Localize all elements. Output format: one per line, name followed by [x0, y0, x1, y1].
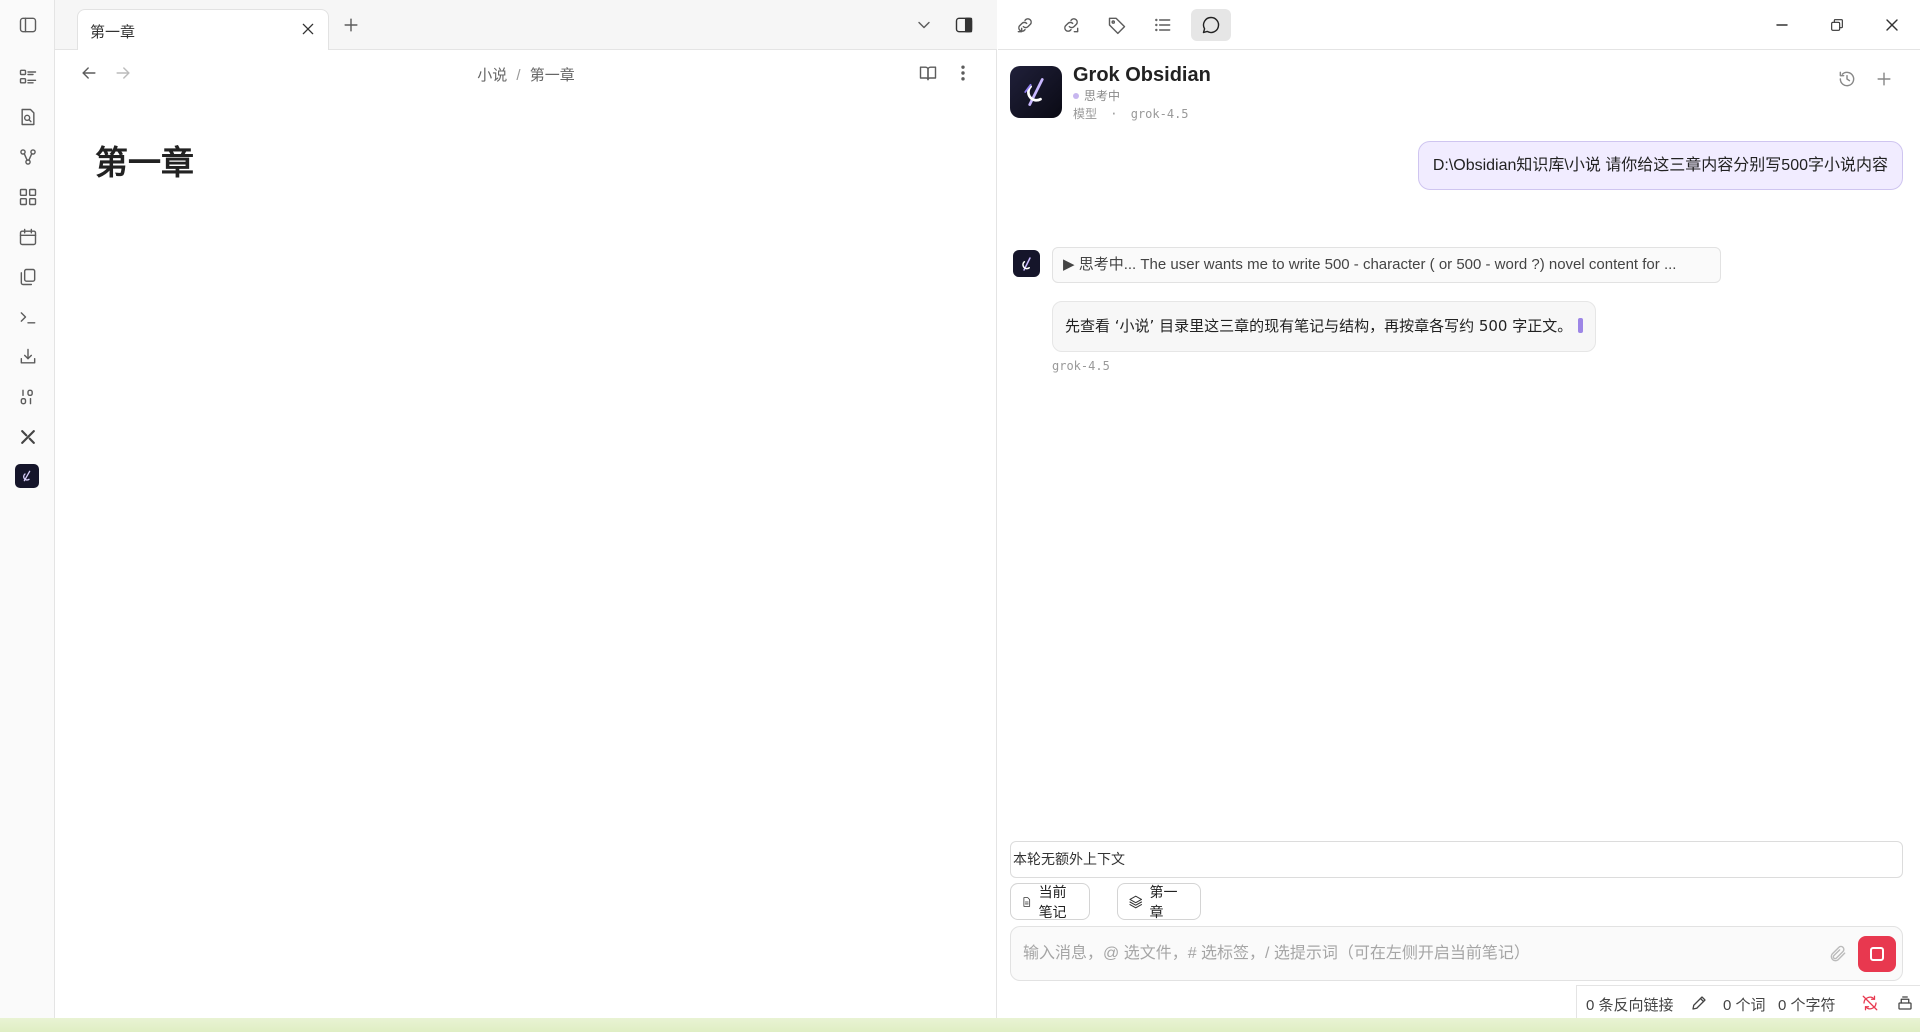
chat-panel: Grok Obsidian 思考中 模型 · grok-4.5 D:\Obsid… [998, 50, 1920, 1018]
status-text: 思考中 [1084, 89, 1121, 103]
restore-icon[interactable] [1823, 11, 1851, 39]
reading-view-icon[interactable] [916, 61, 940, 85]
context-summary: 本轮无额外上下文 [1010, 841, 1903, 878]
layers-icon [1129, 895, 1143, 908]
breadcrumb-folder[interactable]: 小说 [477, 67, 507, 84]
calendar-icon[interactable] [15, 224, 41, 250]
stop-icon [1870, 947, 1884, 961]
editor-pane: 小说 / 第一章 第一章 [55, 50, 997, 1018]
breadcrumb: 小说 / 第一章 [55, 64, 997, 85]
assistant-message: 先查看 ‘小说’ 目录里这三章的现有笔记与结构，再按章各写约 500 字正文。 [1052, 301, 1597, 352]
new-tab-icon[interactable] [339, 13, 363, 37]
outline-icon[interactable] [1149, 11, 1177, 39]
tools-icon[interactable] [15, 424, 41, 450]
right-sidebar-toggle-icon[interactable] [952, 13, 976, 37]
model-label: 模型 [1073, 107, 1098, 121]
tab-note[interactable]: 第一章 [77, 9, 329, 50]
file-icon [1023, 896, 1031, 907]
chevron-down-icon[interactable] [912, 13, 936, 37]
breadcrumb-separator: / [516, 67, 521, 84]
tab-bar: 第一章 [55, 0, 997, 50]
assistant-message-text: 先查看 ‘小说’ 目录里这三章的现有笔记与结构，再按章各写约 500 字正文。 [1065, 317, 1573, 335]
grok-logo-icon [1010, 66, 1062, 118]
sync-error-icon[interactable] [1859, 992, 1881, 1014]
canvas-icon[interactable] [15, 184, 41, 210]
status-bar: 0 条反向链接 0 个词 0 个字符 [1576, 985, 1920, 1018]
edit-mode-icon[interactable] [1688, 992, 1710, 1014]
typing-cursor [1578, 318, 1584, 333]
model-line: 模型 · grok-4.5 [1073, 105, 1189, 122]
numbers-icon[interactable] [15, 384, 41, 410]
stop-button[interactable] [1858, 936, 1896, 972]
right-panel-toolbar [998, 0, 1920, 50]
status-indicator: 思考中 [1073, 87, 1120, 104]
current-note-chip[interactable]: 当前笔记 [1010, 883, 1090, 920]
model-name[interactable]: grok-4.5 [1131, 107, 1189, 121]
grok-logo-icon[interactable] [15, 464, 39, 488]
minimize-icon[interactable] [1768, 11, 1796, 39]
backlinks-count[interactable]: 0 条反向链接 [1586, 994, 1674, 1015]
tab-title: 第一章 [90, 24, 136, 41]
left-ribbon [0, 0, 55, 1018]
assistant-name: Grok Obsidian [1073, 64, 1211, 86]
templates-icon[interactable] [15, 264, 41, 290]
message-composer [1010, 926, 1903, 981]
terminal-icon[interactable] [15, 304, 41, 330]
status-dot [1073, 92, 1079, 99]
model-separator: · [1110, 107, 1118, 121]
message-input[interactable] [1023, 927, 1813, 980]
char-count: 0 个字符 [1778, 997, 1836, 1014]
note-context-chip[interactable]: 第一章 [1117, 883, 1201, 920]
backlinks-icon[interactable] [1011, 11, 1039, 39]
attachment-icon[interactable] [1826, 942, 1850, 966]
tags-icon[interactable] [1103, 11, 1131, 39]
outgoing-links-icon[interactable] [1057, 11, 1085, 39]
bottom-edge [0, 1018, 1920, 1032]
new-chat-icon[interactable] [1870, 65, 1898, 93]
close-window-icon[interactable] [1878, 11, 1906, 39]
message-model-label: grok-4.5 [1052, 359, 1110, 373]
thinking-toggle[interactable]: ▶ 思考中... The user wants me to write 500 … [1052, 247, 1721, 283]
file-explorer-icon[interactable] [15, 64, 41, 90]
history-icon[interactable] [1833, 65, 1861, 93]
note-title[interactable]: 第一章 [95, 136, 194, 184]
graph-icon[interactable] [15, 144, 41, 170]
search-icon[interactable] [15, 104, 41, 130]
word-count: 0 个词 [1723, 997, 1766, 1014]
sidebar-toggle-icon[interactable] [15, 12, 41, 38]
note-context-chip-label: 第一章 [1149, 883, 1178, 920]
more-options-icon[interactable] [951, 61, 975, 85]
close-icon[interactable] [297, 18, 319, 40]
assistant-avatar [1013, 250, 1040, 277]
import-icon[interactable] [15, 344, 41, 370]
current-note-chip-label: 当前笔记 [1038, 883, 1067, 920]
user-message: D:\Obsidian知识库\小说 请你给这三章内容分别写500字小说内容 [1417, 141, 1903, 190]
breadcrumb-note[interactable]: 第一章 [530, 67, 575, 84]
storage-icon[interactable] [1894, 992, 1916, 1014]
chat-icon[interactable] [1191, 9, 1231, 41]
